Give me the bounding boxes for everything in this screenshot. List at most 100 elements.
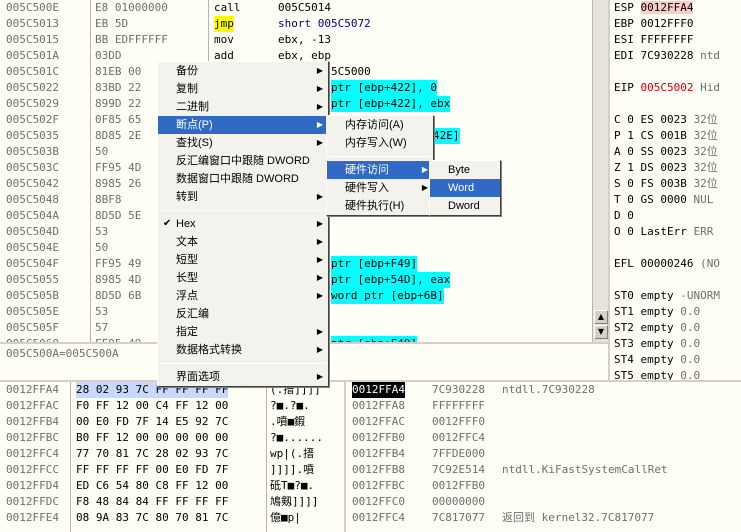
register-row[interactable]: O 0 LastErr ERR xyxy=(614,224,713,240)
submenu-arrow-icon: ▶ xyxy=(316,120,323,129)
dump-row[interactable]: 0012FFDC F8 48 84 84 FF FF FF FF 鳩剱]]]] xyxy=(0,494,344,510)
opcode-hex: 53 xyxy=(95,305,109,318)
menu-item[interactable]: 转到 ▶ xyxy=(158,188,328,206)
menu-item[interactable]: 文本 ▶ xyxy=(158,233,328,251)
stack-address: 0012FFBC xyxy=(352,479,405,492)
disassembly-scrollbar[interactable]: ▲ ▼ xyxy=(592,0,608,342)
registers-pane[interactable]: ESP 0012FFA4 EBP 0012FFF0 ESI FFFFFFFF EDI … xyxy=(610,0,741,380)
register-value: FFFFFFFF xyxy=(640,33,694,46)
menu-item-label: 硬件访问 xyxy=(345,164,389,176)
register-row[interactable]: Z 1 DS 0023 32位 xyxy=(614,160,718,176)
register-row[interactable]: D 0 xyxy=(614,208,641,224)
menu-item[interactable]: 查找(S) ▶ xyxy=(158,134,328,152)
register-comment: ERR xyxy=(693,225,714,238)
register-row[interactable]: T 0 GS 0000 NUL xyxy=(614,192,713,208)
menu-item[interactable]: 内存访问(A) xyxy=(327,116,433,134)
scroll-up-icon[interactable]: ▲ xyxy=(594,310,608,324)
register-value: DS 0023 xyxy=(640,161,687,174)
dump-row[interactable]: 0012FFBC B0 FF 12 00 00 00 00 00 ?■...... xyxy=(0,430,344,446)
register-row[interactable]: ST4 empty 0.0 xyxy=(614,352,700,368)
menu-item[interactable]: 反汇编 xyxy=(158,305,328,323)
dump-row[interactable]: 0012FFAC F0 FF 12 00 C4 FF 12 00 ?■.?■. xyxy=(0,398,344,414)
register-row[interactable]: C 0 ES 0023 32位 xyxy=(614,112,718,128)
disassembly-row[interactable]: 005C5015 BB EDFFFFFF mov ebx, -13 xyxy=(0,32,590,48)
menu-item[interactable]: 长型 ▶ xyxy=(158,269,328,287)
register-name: EFL xyxy=(614,257,634,270)
menu-item[interactable]: 数据格式转换 ▶ xyxy=(158,341,328,359)
menu-item[interactable]: 界面选项 ▶ xyxy=(158,368,328,386)
register-row[interactable]: EBP 0012FFF0 xyxy=(614,16,693,32)
stack-row[interactable]: 0012FFB8 7C92E514 ntdll.KiFastSystemCallRe… xyxy=(346,462,741,478)
register-row[interactable]: EFL 00000246 (NO xyxy=(614,256,720,272)
menu-item[interactable]: 硬件访问 ▶ xyxy=(327,161,433,179)
opcode-hex: 50 xyxy=(95,241,109,254)
stack-row[interactable]: 0012FFAC 0012FFF0 xyxy=(346,414,741,430)
menu-item[interactable]: 硬件执行(H) xyxy=(327,197,433,215)
menu-item[interactable]: 反汇编窗口中跟随 DWORD xyxy=(158,152,328,170)
stack-row[interactable]: 0012FFA4 7C930228 ntdll.7C930228 xyxy=(346,382,741,398)
submenu-arrow-icon: ▶ xyxy=(316,138,323,147)
ascii-text: .噴■鍜 xyxy=(270,415,306,428)
menu-item[interactable]: 硬件写入 ▶ xyxy=(327,179,433,197)
menu-item[interactable]: ✔ Hex ▶ xyxy=(158,215,328,233)
menu-item[interactable]: 指定 ▶ xyxy=(158,323,328,341)
stack-row[interactable]: 0012FFC0 00000000 xyxy=(346,494,741,510)
register-row[interactable]: EIP 005C5002 Hid xyxy=(614,80,720,96)
register-row[interactable]: ST2 empty 0.0 xyxy=(614,320,700,336)
menu-item-label: 反汇编窗口中跟随 DWORD xyxy=(176,155,310,167)
dump-row[interactable]: 0012FFB4 00 E0 FD 7F 14 E5 92 7C .噴■鍜 xyxy=(0,414,344,430)
register-row[interactable]: S 0 FS 003B 32位 xyxy=(614,176,718,192)
operand: ptr [ebp+422], ebx xyxy=(331,96,451,112)
address: 005C501C xyxy=(6,65,59,78)
address: 005C5035 xyxy=(6,129,59,142)
menu-separator xyxy=(160,210,326,211)
menu-item[interactable]: 备份 ▶ xyxy=(158,62,328,80)
stack-value: 7C817077 xyxy=(432,511,485,524)
register-row[interactable]: P 1 CS 001B 32位 xyxy=(614,128,718,144)
register-value: ES 0023 xyxy=(640,113,687,126)
menu-item[interactable]: 内存写入(W) xyxy=(327,134,433,152)
menu-item[interactable]: Dword xyxy=(430,197,500,215)
register-row[interactable]: ST0 empty -UNORM xyxy=(614,288,720,304)
menu-item[interactable]: 二进制 ▶ xyxy=(158,98,328,116)
register-row[interactable]: ESI FFFFFFFF xyxy=(614,32,693,48)
disassembly-row[interactable]: 005C5013 EB 5D jmp short 005C5072 xyxy=(0,16,590,32)
register-row[interactable]: ST3 empty 0.0 xyxy=(614,336,700,352)
context-menu[interactable]: 备份 ▶ 复制 ▶ 二进制 ▶ 断点(P) ▶ 查找(S) ▶ 反汇编窗口中跟随 DWORD 数据窗口… xyxy=(157,61,329,387)
register-row[interactable]: ST5 empty 0.0 xyxy=(614,368,700,380)
breakpoint-submenu[interactable]: 内存访问(A) 内存写入(W) 硬件访问 ▶ 硬件写入 ▶ 硬件执行(H) xyxy=(326,115,434,216)
menu-item[interactable]: 断点(P) ▶ xyxy=(158,116,328,134)
address: 005C5022 xyxy=(6,81,59,94)
menu-item[interactable]: 数据窗口中跟随 DWORD xyxy=(158,170,328,188)
menu-item[interactable]: Word xyxy=(430,179,500,197)
menu-item-label: 浮点 xyxy=(176,290,198,302)
memory-dump-pane[interactable]: 0012FFA4 28 02 93 7C FF FF FF FF (.搢]]]] 00… xyxy=(0,382,344,532)
address: 005C5042 xyxy=(6,177,59,190)
register-value: empty xyxy=(640,353,674,366)
stack-row[interactable]: 0012FFC4 7C817077 返回到 kernel32.7C817077 xyxy=(346,510,741,526)
register-name: ST4 xyxy=(614,353,634,366)
register-row[interactable]: A 0 SS 0023 32位 xyxy=(614,144,718,160)
menu-item[interactable]: Byte xyxy=(430,161,500,179)
register-value: 7C930228 xyxy=(640,49,694,62)
address: 005C5055 xyxy=(6,273,59,286)
dump-row[interactable]: 0012FFE4 08 9A 83 7C 80 70 81 7C 億■p| xyxy=(0,510,344,526)
stack-row[interactable]: 0012FFB4 7FFDE000 xyxy=(346,446,741,462)
menu-item[interactable]: 复制 ▶ xyxy=(158,80,328,98)
register-row[interactable]: EDI 7C930228 ntd xyxy=(614,48,720,64)
stack-row[interactable]: 0012FFA8 FFFFFFFF xyxy=(346,398,741,414)
stack-row[interactable]: 0012FFBC 0012FFB0 xyxy=(346,478,741,494)
scroll-down-icon[interactable]: ▼ xyxy=(594,325,608,339)
register-row[interactable]: ST1 empty 0.0 xyxy=(614,304,700,320)
register-row[interactable]: ESP 0012FFA4 xyxy=(614,0,694,16)
menu-item[interactable]: 浮点 ▶ xyxy=(158,287,328,305)
menu-item[interactable]: 短型 ▶ xyxy=(158,251,328,269)
register-value: empty xyxy=(640,305,674,318)
dump-row[interactable]: 0012FFD4 ED C6 54 80 C8 FF 12 00 砥T■?■. xyxy=(0,478,344,494)
disassembly-row[interactable]: 005C500E E8 01000000 call 005C5014 xyxy=(0,0,590,16)
dump-row[interactable]: 0012FFCC FF FF FF FF 00 E0 FD 7F]]]].噴 xyxy=(0,462,344,478)
stack-row[interactable]: 0012FFB0 0012FFC4 xyxy=(346,430,741,446)
stack-pane[interactable]: 0012FFA4 7C930228 ntdll.7C930228 0012FFA8 FF… xyxy=(346,382,741,532)
dump-row[interactable]: 0012FFC4 77 70 81 7C 28 02 93 7C wp|(.搢 xyxy=(0,446,344,462)
hardware-access-submenu[interactable]: Byte Word Dword xyxy=(429,160,501,216)
